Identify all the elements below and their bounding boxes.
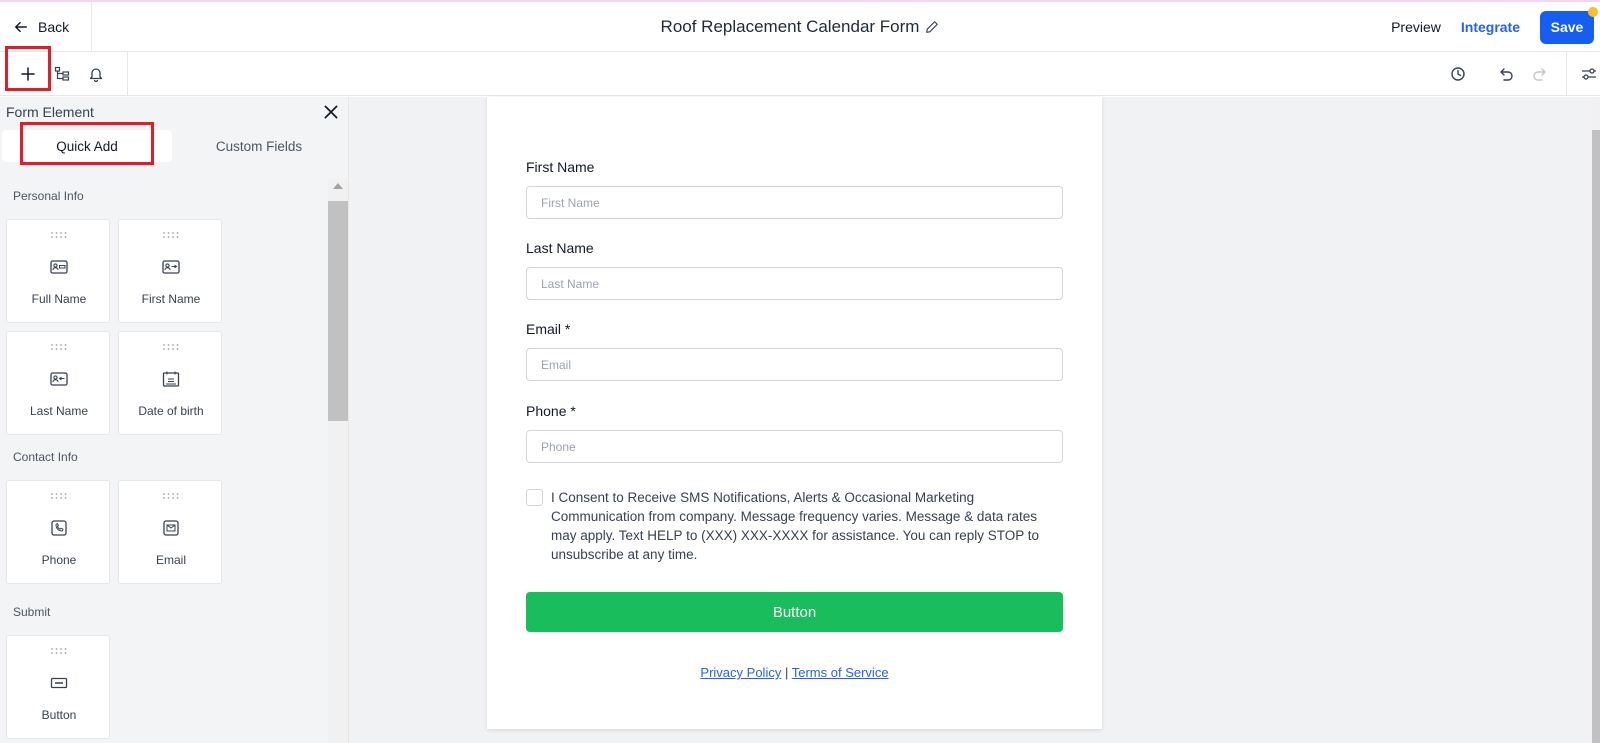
- element-card-label: Button: [41, 708, 77, 722]
- tab-custom-fields-label: Custom Fields: [215, 138, 303, 154]
- privacy-policy-link[interactable]: Privacy Policy: [700, 665, 781, 680]
- highlight-box: [5, 46, 51, 91]
- legal-links: Privacy Policy | Terms of Service: [487, 665, 1102, 680]
- sliders-icon: [1582, 68, 1596, 80]
- panel-heading: Form Element: [6, 104, 94, 120]
- first-name-input[interactable]: [526, 186, 1063, 219]
- element-card-email[interactable]: Email: [118, 480, 222, 584]
- id-card-icon: [50, 372, 68, 386]
- element-card-label: Last Name: [29, 404, 89, 418]
- button-icon: [50, 677, 68, 689]
- drag-handle-icon: [163, 493, 179, 499]
- first-name-label: First Name: [526, 159, 595, 175]
- layers-button[interactable]: [47, 59, 77, 89]
- editor-toolbar: [0, 46, 1600, 96]
- pencil-icon[interactable]: [925, 20, 939, 34]
- id-card-icon: [50, 260, 68, 274]
- section-title-personal-info: Personal Info: [13, 189, 84, 203]
- element-card-label: Full Name: [31, 292, 87, 306]
- submit-button[interactable]: Button: [526, 592, 1063, 632]
- last-name-input[interactable]: [526, 267, 1063, 300]
- phone-input[interactable]: [526, 430, 1063, 463]
- notification-dot: [1588, 6, 1598, 17]
- settings-button[interactable]: [1574, 59, 1600, 89]
- history-button[interactable]: [1443, 59, 1473, 89]
- section-title-submit: Submit: [13, 605, 51, 619]
- drag-handle-icon: [51, 493, 67, 499]
- form-preview: First Name Last Name Email * Phone * I C…: [487, 97, 1102, 729]
- calendar-icon: [162, 371, 180, 387]
- form-title-text: Roof Replacement Calendar Form: [660, 17, 920, 36]
- integrate-button[interactable]: Integrate: [1461, 19, 1520, 35]
- consent-text: I Consent to Receive SMS Notifications, …: [551, 490, 1039, 562]
- redo-icon: [1533, 68, 1546, 81]
- drag-handle-icon: [51, 648, 67, 654]
- back-label: Back: [38, 19, 70, 35]
- terms-of-service-link[interactable]: Terms of Service: [792, 665, 889, 680]
- drag-handle-icon: [163, 232, 179, 238]
- undo-icon: [1500, 68, 1513, 81]
- email-input[interactable]: [526, 348, 1063, 381]
- undo-button[interactable]: [1491, 59, 1521, 89]
- element-card-label: First Name: [141, 292, 201, 306]
- mail-icon: [163, 520, 179, 536]
- drag-handle-icon: [163, 344, 179, 350]
- phone-icon: [51, 520, 67, 536]
- element-card-label: Email: [155, 553, 186, 567]
- notifications-button[interactable]: [81, 59, 111, 89]
- element-card-label: Phone: [41, 553, 77, 567]
- link-separator: |: [784, 665, 789, 680]
- element-card-label: Date of birth: [138, 404, 204, 418]
- form-element-panel: Form Element Quick Add Custom Fields Per…: [0, 97, 349, 743]
- highlight-box: [20, 122, 154, 165]
- phone-label: Phone *: [526, 403, 576, 419]
- bell-icon: [89, 68, 103, 82]
- save-button[interactable]: Save: [1540, 6, 1598, 44]
- scroll-up-arrow[interactable]: [333, 183, 343, 189]
- element-card-date-of-birth[interactable]: Date of birth: [118, 331, 222, 435]
- email-label: Email *: [526, 321, 571, 337]
- back-button[interactable]: Back: [0, 2, 92, 52]
- element-card-full-name[interactable]: Full Name: [6, 219, 110, 323]
- panel-scrollbar-thumb[interactable]: [328, 201, 348, 421]
- redo-button[interactable]: [1525, 59, 1555, 89]
- tab-custom-fields[interactable]: Custom Fields: [174, 130, 344, 162]
- form-title[interactable]: Roof Replacement Calendar Form: [661, 17, 940, 37]
- id-card-icon: [162, 260, 180, 274]
- toolbar-left-group: [0, 46, 128, 96]
- element-card-phone[interactable]: Phone: [6, 480, 110, 584]
- history-icon: [1451, 67, 1465, 81]
- app-header: Back Roof Replacement Calendar Form Prev…: [0, 2, 1600, 52]
- arrow-left-icon: [15, 21, 27, 33]
- preview-button[interactable]: Preview: [1391, 19, 1441, 35]
- save-label: Save: [1550, 19, 1584, 35]
- last-name-label: Last Name: [526, 240, 594, 256]
- canvas-scrollbar-thumb[interactable]: [1592, 130, 1600, 743]
- element-card-first-name[interactable]: First Name: [118, 219, 222, 323]
- element-card-button[interactable]: Button: [6, 635, 110, 739]
- sitemap-icon: [54, 66, 70, 81]
- close-icon[interactable]: [322, 103, 340, 121]
- drag-handle-icon: [51, 232, 67, 238]
- drag-handle-icon: [51, 344, 67, 350]
- section-title-contact-info: Contact Info: [13, 450, 78, 464]
- submit-button-label: Button: [772, 603, 817, 621]
- element-card-last-name[interactable]: Last Name: [6, 331, 110, 435]
- consent-checkbox[interactable]: [526, 489, 543, 506]
